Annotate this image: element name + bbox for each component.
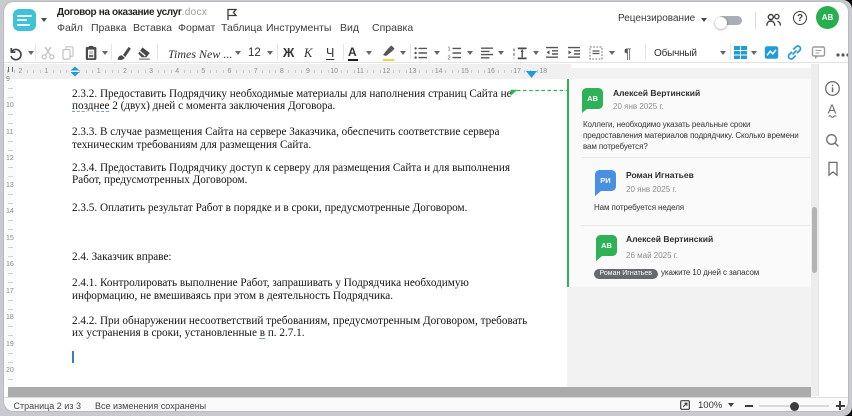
svg-text:2: 2: [448, 56, 451, 62]
svg-text:A: A: [828, 102, 837, 117]
svg-text:1: 1: [448, 47, 451, 53]
